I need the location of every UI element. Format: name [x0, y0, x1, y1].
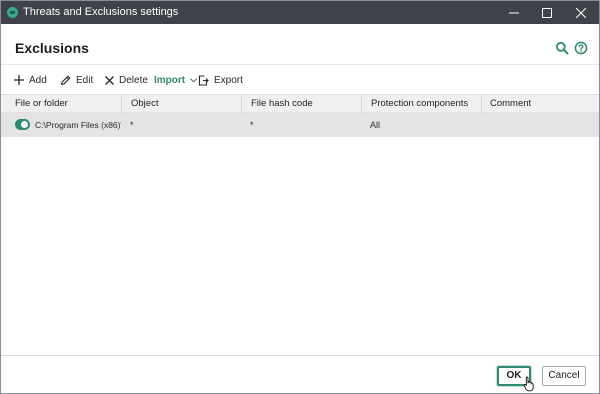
column-header-file-hash-code[interactable]: File hash code [241, 95, 361, 113]
column-header-object[interactable]: Object [121, 95, 241, 113]
window-title: Threats and Exclusions settings [23, 6, 179, 18]
export-label: Export [214, 74, 243, 86]
delete-label: Delete [119, 74, 148, 86]
file-path-text: C:\Program Files (x86)\ [35, 120, 121, 130]
title-bar[interactable]: Threats and Exclusions settings [1, 1, 599, 24]
cell-object: * [130, 120, 134, 130]
cell-file-or-folder: C:\Program Files (x86)\ [15, 113, 121, 137]
page-title: Exclusions [15, 40, 89, 56]
add-button[interactable]: Add [14, 72, 47, 88]
toolbar: Add Edit Delete Import Export [1, 64, 599, 94]
minimize-icon [509, 12, 519, 13]
dialog-window: Threats and Exclusions settings Exclusio… [0, 0, 600, 394]
pencil-icon [60, 75, 71, 85]
column-header-file-or-folder[interactable]: File or folder [1, 95, 121, 113]
export-icon [198, 74, 209, 86]
delete-button[interactable]: Delete [105, 72, 148, 88]
enabled-toggle[interactable] [15, 119, 30, 130]
maximize-icon [542, 7, 552, 18]
close-button[interactable] [564, 1, 598, 24]
column-header-comment[interactable]: Comment [481, 95, 599, 113]
maximize-button[interactable] [530, 1, 564, 24]
export-button[interactable]: Export [198, 72, 243, 88]
cell-comment [489, 113, 599, 137]
table-header: File or folder Object File hash code Pro… [1, 94, 599, 113]
close-x-icon [105, 75, 114, 85]
table-row[interactable]: C:\Program Files (x86)\ * * All [1, 113, 599, 137]
plus-icon [14, 75, 24, 85]
close-icon [576, 7, 586, 18]
edit-label: Edit [76, 74, 94, 86]
add-label: Add [29, 74, 47, 86]
edit-button[interactable]: Edit [60, 72, 93, 88]
column-header-protection-components[interactable]: Protection components [361, 95, 481, 113]
search-icon[interactable] [555, 41, 569, 55]
import-dropdown-button[interactable]: Import [154, 72, 197, 88]
cancel-button[interactable]: Cancel [542, 366, 586, 386]
cell-file-hash-code: * [250, 120, 254, 130]
help-icon[interactable] [574, 41, 588, 55]
import-label: Import [154, 74, 186, 86]
exclusions-table: File or folder Object File hash code Pro… [1, 94, 599, 137]
chevron-down-icon [190, 77, 197, 83]
hand-cursor-icon [523, 376, 534, 392]
cell-protection-components: All [370, 120, 381, 130]
page-header: Exclusions [1, 24, 599, 64]
minimize-button[interactable] [497, 1, 531, 24]
dialog-footer: OK Cancel [1, 355, 599, 393]
app-logo-icon [7, 7, 18, 18]
